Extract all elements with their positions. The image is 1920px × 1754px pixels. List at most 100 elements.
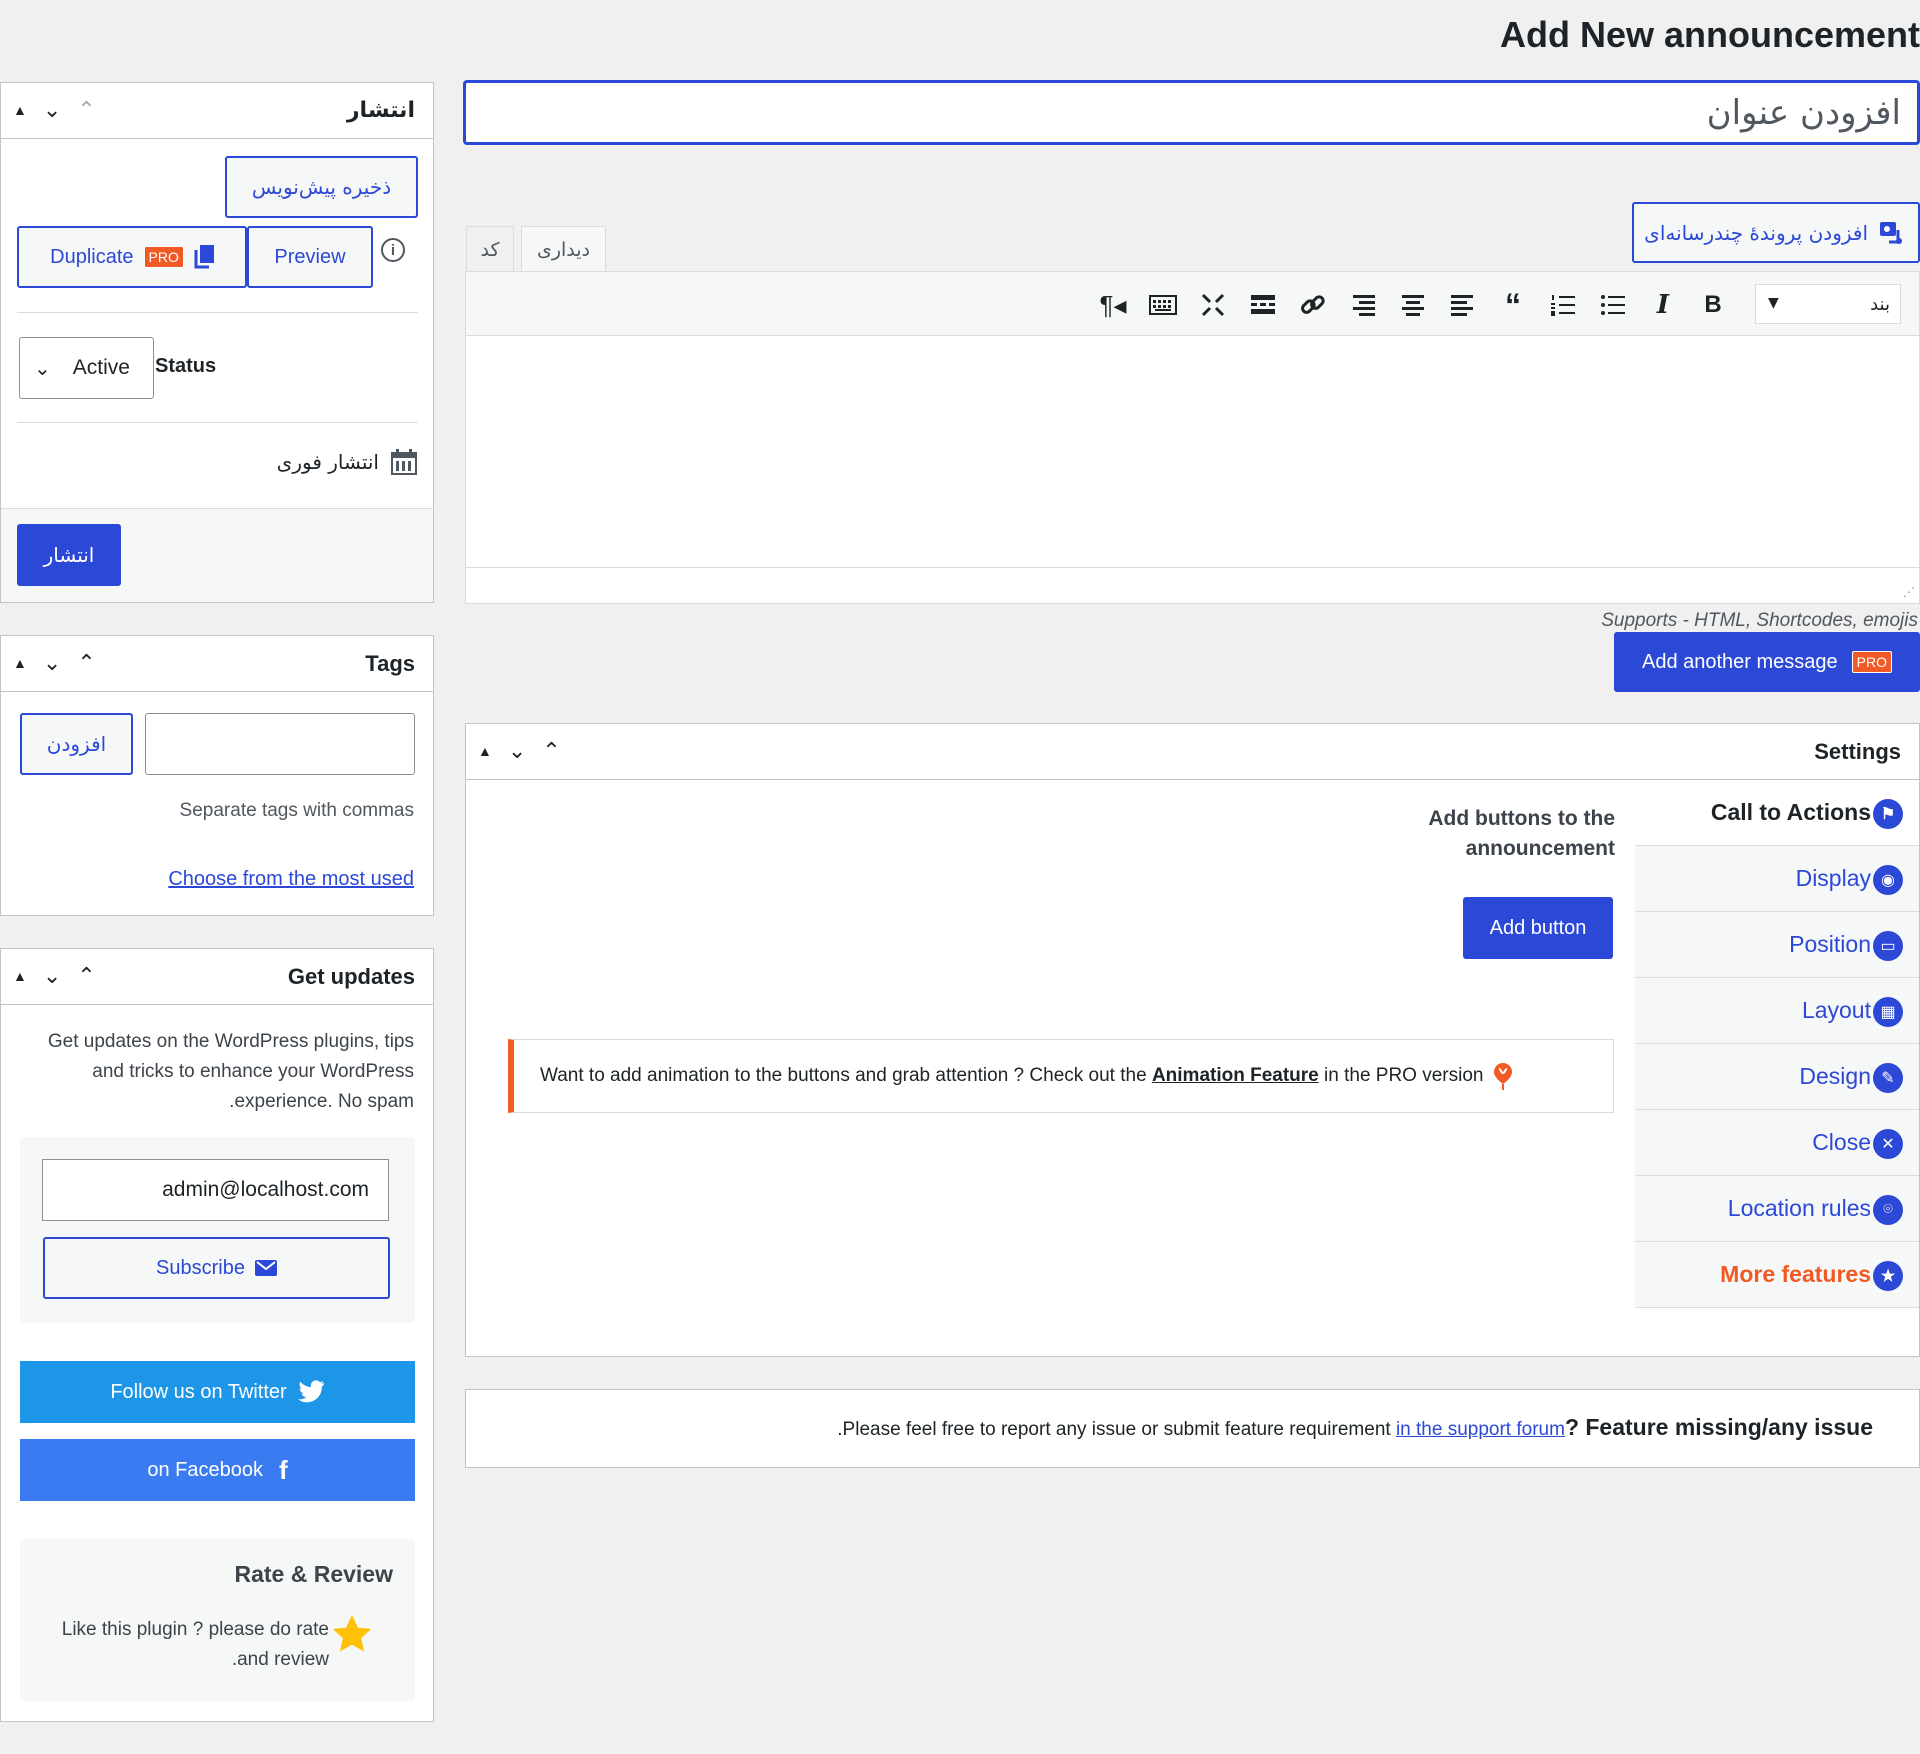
duplicate-button[interactable]: Duplicate PRO: [17, 226, 247, 288]
editor-toolbar: ¶◂ “ I B بند ▼: [466, 272, 1919, 336]
keyboard-icon[interactable]: [1146, 288, 1180, 322]
save-draft-button[interactable]: ذخیره پیش‌نویس: [225, 156, 418, 218]
updates-description: Get updates on the WordPress plugins, ti…: [48, 1027, 414, 1117]
nav-label: Close: [1812, 1129, 1871, 1155]
nav-display[interactable]: Display ◉: [1635, 846, 1919, 912]
add-another-message-button[interactable]: Add another message PRO: [1614, 632, 1920, 692]
nav-label: Design: [1799, 1063, 1871, 1089]
nav-label: Layout: [1801, 997, 1871, 1023]
email-input[interactable]: admin@localhost.com: [42, 1159, 389, 1221]
updates-description-line: Get updates on the WordPress plugins, ti…: [47, 1031, 414, 1052]
blockquote-icon[interactable]: “: [1496, 287, 1530, 323]
page-title: Add New announcement: [1499, 14, 1920, 55]
tags-title: Tags: [365, 651, 415, 676]
tab-code[interactable]: کد: [466, 226, 514, 272]
chevron-down-icon[interactable]: ⌄: [508, 738, 526, 764]
chevron-up-icon[interactable]: ⌃: [77, 97, 95, 123]
pro-badge: PRO: [143, 246, 184, 268]
title-input[interactable]: افزودن عنوان: [463, 80, 1920, 145]
align-left-icon[interactable]: [1446, 288, 1480, 322]
align-right-icon[interactable]: [1346, 288, 1380, 322]
nav-label: Call to Actions: [1710, 799, 1871, 825]
chevron-down-icon[interactable]: ⌄: [43, 650, 61, 676]
updates-description-line: .experience. No spam: [229, 1091, 414, 1112]
nav-call-to-actions[interactable]: Call to Actions ⚑: [1635, 780, 1919, 846]
tags-box: ▲ ⌄ ⌃ Tags افزودن Separate tags with com…: [0, 635, 434, 916]
updates-box-header: ▲ ⌄ ⌃ Get updates: [1, 949, 433, 1005]
add-message-label: Add another message: [1641, 650, 1838, 673]
notice-text: Want to add animation to the buttons and…: [540, 1065, 1152, 1086]
animation-feature-link[interactable]: Animation Feature: [1152, 1065, 1319, 1087]
bullet-list-icon[interactable]: [1596, 288, 1630, 322]
feedback-box: .Please feel free to report any issue or…: [465, 1389, 1920, 1468]
paragraph-select-value: بند: [1870, 294, 1890, 315]
content-editor[interactable]: ¶◂ “ I B بند ▼ ⋰: [465, 271, 1920, 604]
paragraph-select[interactable]: بند ▼: [1755, 284, 1901, 324]
divider: [17, 422, 418, 423]
info-icon[interactable]: i: [381, 238, 405, 262]
move-up-icon[interactable]: ▲: [478, 743, 492, 759]
link-icon[interactable]: [1296, 288, 1330, 322]
status-select[interactable]: ⌄ Active: [19, 337, 154, 399]
divider: [17, 312, 418, 313]
twitter-follow-button[interactable]: Follow us on Twitter: [20, 1361, 415, 1423]
publish-button[interactable]: انتشار: [17, 524, 121, 586]
settings-box: ▲ ⌄ ⌃ Settings Add buttons to the announ…: [465, 723, 1920, 1357]
rate-title: Rate & Review: [234, 1561, 393, 1587]
publish-schedule: انتشار فوری: [277, 449, 417, 475]
schedule-text: انتشار فوری: [276, 450, 379, 474]
chevron-down-icon[interactable]: ⌄: [43, 963, 61, 989]
nav-layout[interactable]: Layout ▦: [1635, 978, 1919, 1044]
nav-position[interactable]: Position ▭: [1635, 912, 1919, 978]
nav-close[interactable]: Close ✕: [1635, 1110, 1919, 1176]
paragraph-rtl-icon[interactable]: ¶◂: [1096, 288, 1130, 322]
read-more-icon[interactable]: [1246, 288, 1280, 322]
nav-location-rules[interactable]: Location rules ⌾: [1635, 1176, 1919, 1242]
preview-button[interactable]: Preview: [247, 226, 373, 288]
resize-handle-icon[interactable]: ⋰: [1903, 585, 1915, 599]
title-placeholder: افزودن عنوان: [1706, 93, 1901, 133]
notice-text-after: in the PRO version: [1318, 1065, 1484, 1086]
chevron-down-icon[interactable]: ⌄: [43, 97, 61, 123]
subscribe-panel: admin@localhost.com Subscribe: [20, 1137, 415, 1323]
nav-more-features[interactable]: More features ★: [1635, 1242, 1919, 1308]
chevron-up-icon[interactable]: ⌃: [77, 963, 95, 989]
chevron-down-icon: ⌄: [34, 357, 51, 380]
fullscreen-icon[interactable]: [1196, 288, 1230, 322]
chevron-up-icon[interactable]: ⌃: [77, 650, 95, 676]
nav-design[interactable]: Design ✎: [1635, 1044, 1919, 1110]
move-up-icon[interactable]: ▲: [13, 655, 27, 671]
star-icon[interactable]: [330, 1613, 374, 1657]
align-center-icon[interactable]: [1396, 288, 1430, 322]
italic-icon[interactable]: I: [1646, 288, 1680, 322]
tag-input[interactable]: [145, 713, 415, 775]
editor-statusbar: ⋰: [466, 567, 1919, 603]
move-up-icon[interactable]: ▲: [13, 102, 27, 118]
support-forum-link[interactable]: in the support forum: [1396, 1419, 1565, 1441]
numbered-list-icon[interactable]: [1546, 288, 1580, 322]
add-tag-button[interactable]: افزودن: [20, 713, 133, 775]
facebook-icon: f: [278, 1454, 288, 1485]
balloon-icon: [1493, 1063, 1512, 1090]
window-icon: ▭: [1873, 931, 1903, 961]
subscribe-button[interactable]: Subscribe: [43, 1237, 390, 1299]
rate-review-panel: Rate & Review Like this plugin ? please …: [20, 1539, 415, 1701]
page-root: Add New announcement افزودن عنوان افزودن…: [0, 0, 1920, 1754]
brush-icon: ✎: [1873, 1063, 1903, 1093]
publish-title: انتشار: [346, 98, 415, 123]
move-up-icon[interactable]: ▲: [13, 968, 27, 984]
add-media-label: افزودن پروندهٔ چندرسانه‌ای: [1644, 220, 1868, 245]
status-value: Active: [72, 356, 130, 379]
feedback-text: .Please feel free to report any issue or…: [837, 1414, 1873, 1441]
facebook-button[interactable]: on Facebook f: [20, 1439, 415, 1501]
chevron-down-icon: ▼: [1768, 295, 1779, 311]
add-media-button[interactable]: افزودن پروندهٔ چندرسانه‌ای: [1632, 202, 1920, 263]
tags-hint: Separate tags with commas: [179, 800, 414, 821]
twitter-label: Follow us on Twitter: [110, 1380, 287, 1403]
choose-most-used-link[interactable]: Choose from the most used: [168, 868, 414, 891]
chevron-up-icon[interactable]: ⌃: [542, 738, 560, 764]
add-button[interactable]: Add button: [1463, 897, 1613, 959]
tab-visual[interactable]: دیداری: [521, 226, 606, 272]
bold-icon[interactable]: B: [1696, 288, 1730, 322]
rate-text: Like this plugin ? please do rate .and r…: [62, 1615, 329, 1675]
